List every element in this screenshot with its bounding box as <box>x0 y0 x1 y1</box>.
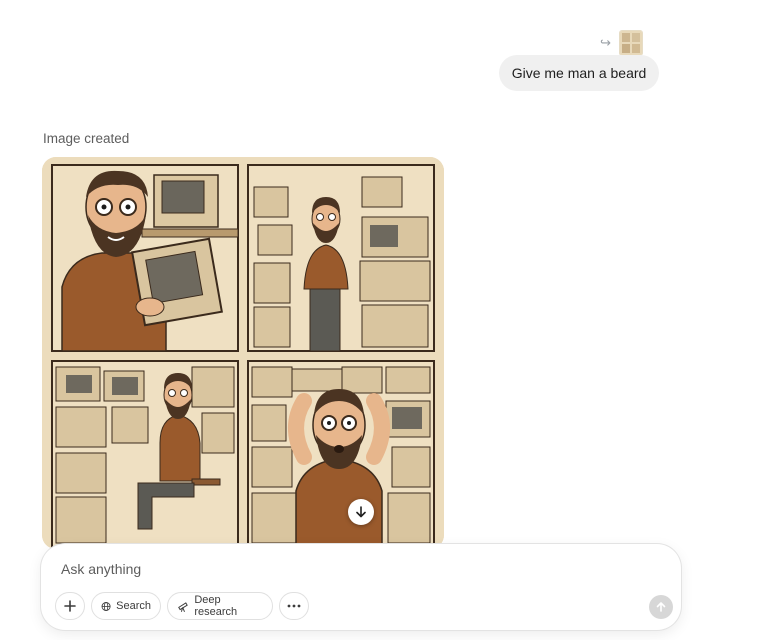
generated-image[interactable] <box>42 157 444 549</box>
reply-arrow-icon: ↪ <box>600 35 611 50</box>
send-button[interactable] <box>649 595 673 619</box>
search-button-label: Search <box>116 600 151 612</box>
comic-panel-4 <box>247 360 435 549</box>
comic-panel-2 <box>247 164 435 352</box>
user-message-text: Give me man a beard <box>511 65 647 81</box>
add-attachment-button[interactable] <box>55 592 85 620</box>
globe-icon <box>101 601 111 611</box>
more-tools-button[interactable] <box>279 592 309 620</box>
image-created-label: Image created <box>43 131 130 146</box>
deep-research-label: Deep research <box>194 594 238 618</box>
reply-indicator: ↪ <box>600 30 643 56</box>
ask-anything-input[interactable] <box>61 558 621 580</box>
download-icon <box>356 506 366 518</box>
more-dots-icon <box>287 604 301 608</box>
download-image-button[interactable] <box>348 499 374 525</box>
plus-icon <box>64 600 76 612</box>
comic-panel-1 <box>51 164 239 352</box>
composer: Search Deep research <box>41 544 681 630</box>
comic-panel-3 <box>51 360 239 549</box>
search-button[interactable]: Search <box>91 592 161 620</box>
user-message-bubble: Give me man a beard <box>499 55 659 91</box>
deep-research-button[interactable]: Deep research <box>167 592 273 620</box>
attached-image-thumbnail[interactable] <box>618 30 643 56</box>
arrow-up-icon <box>656 602 666 612</box>
telescope-icon <box>178 601 188 612</box>
